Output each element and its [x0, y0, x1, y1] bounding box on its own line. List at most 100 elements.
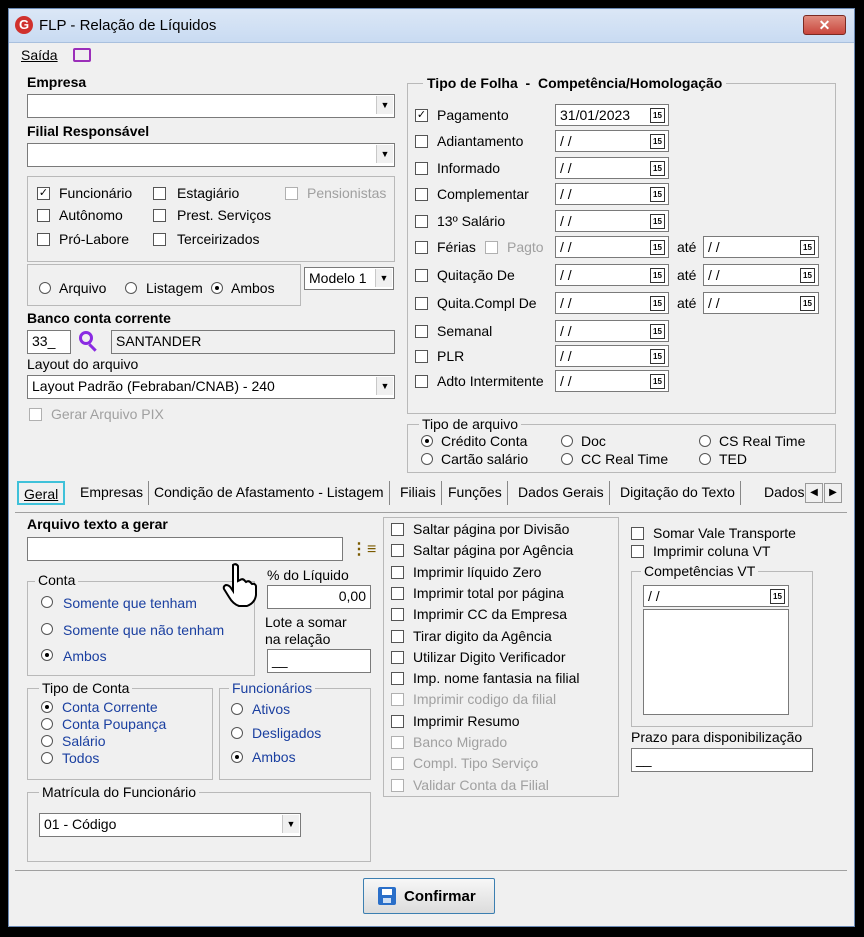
folha-checkbox[interactable]: [415, 325, 428, 338]
option-checkbox[interactable]: [391, 757, 404, 771]
folha-date-ate-input[interactable]: / /15: [703, 292, 819, 314]
conta-corrente-radio[interactable]: [41, 701, 53, 713]
conta-nao-tenham-radio[interactable]: [41, 623, 53, 635]
option-checkbox[interactable]: [391, 586, 404, 600]
ambos-radio[interactable]: [211, 282, 223, 294]
calendar-icon[interactable]: 15: [650, 134, 665, 149]
pagto-checkbox[interactable]: [485, 241, 498, 254]
tab-dados-gerais[interactable]: Dados Gerais: [513, 481, 610, 505]
option-checkbox[interactable]: [391, 565, 404, 579]
calendar-icon[interactable]: 15: [770, 589, 785, 604]
option-checkbox[interactable]: [391, 650, 404, 664]
folha-date-input[interactable]: / /15: [555, 264, 669, 286]
folha-checkbox[interactable]: [415, 297, 428, 310]
calendar-icon[interactable]: 15: [650, 240, 665, 255]
folha-date-input[interactable]: / /15: [555, 236, 669, 258]
somar-vt-checkbox[interactable]: [631, 527, 644, 540]
calendar-icon[interactable]: 15: [650, 324, 665, 339]
option-checkbox[interactable]: [391, 608, 404, 622]
layout-select[interactable]: Layout Padrão (Febraban/CNAB) - 240 ▼: [27, 375, 395, 399]
calendar-icon[interactable]: 15: [650, 374, 665, 389]
tab-filiais[interactable]: Filiais: [395, 481, 442, 505]
folha-checkbox[interactable]: ✓: [415, 109, 428, 122]
arquivo-texto-input[interactable]: [27, 537, 343, 561]
calendar-icon[interactable]: 15: [650, 161, 665, 176]
ativos-radio[interactable]: [231, 703, 243, 715]
monitor-icon[interactable]: [73, 48, 91, 62]
conta-tenham-radio[interactable]: [41, 596, 53, 608]
confirm-button[interactable]: Confirmar: [363, 878, 495, 914]
folha-date-input[interactable]: / /15: [555, 130, 669, 152]
filial-select[interactable]: ▼: [27, 143, 395, 167]
lote-input[interactable]: __: [267, 649, 371, 673]
file-tree-icon[interactable]: ⋮≡: [351, 539, 376, 558]
pensionistas-checkbox[interactable]: [285, 187, 298, 200]
option-checkbox[interactable]: [391, 544, 404, 558]
calendar-icon[interactable]: 15: [650, 349, 665, 364]
calendar-icon[interactable]: 15: [800, 240, 815, 255]
folha-date-input[interactable]: / /15: [555, 183, 669, 205]
pct-liquido-input[interactable]: 0,00: [267, 585, 371, 609]
banco-code-input[interactable]: 33_: [27, 330, 71, 354]
doc-radio[interactable]: [561, 435, 573, 447]
tab-fun-es[interactable]: Funções: [443, 481, 508, 505]
folha-checkbox[interactable]: [415, 135, 428, 148]
prazo-input[interactable]: __: [631, 748, 813, 772]
credito-conta-radio[interactable]: [421, 435, 433, 447]
calendar-icon[interactable]: 15: [800, 296, 815, 311]
imprimir-vt-checkbox[interactable]: [631, 545, 644, 558]
gerar-pix-checkbox[interactable]: [29, 408, 42, 421]
modelo-select[interactable]: Modelo 1 ▼: [304, 267, 394, 290]
option-checkbox[interactable]: [391, 523, 404, 536]
folha-date-input[interactable]: / /15: [555, 210, 669, 232]
competencias-vt-date[interactable]: / /15: [643, 585, 789, 607]
func-ambos-radio[interactable]: [231, 751, 243, 763]
option-checkbox[interactable]: [391, 778, 404, 792]
empresa-select[interactable]: ▼: [27, 94, 395, 118]
calendar-icon[interactable]: 15: [650, 214, 665, 229]
calendar-icon[interactable]: 15: [800, 268, 815, 283]
cc-real-time-radio[interactable]: [561, 453, 573, 465]
calendar-icon[interactable]: 15: [650, 296, 665, 311]
salario-radio[interactable]: [41, 735, 53, 747]
desligados-radio[interactable]: [231, 727, 243, 739]
listagem-radio[interactable]: [125, 282, 137, 294]
conta-poupanca-radio[interactable]: [41, 718, 53, 730]
folha-checkbox[interactable]: [415, 162, 428, 175]
cartao-salario-radio[interactable]: [421, 453, 433, 465]
option-checkbox[interactable]: [391, 714, 404, 728]
autonomo-checkbox[interactable]: [37, 209, 50, 222]
folha-checkbox[interactable]: [415, 375, 428, 388]
folha-date-input[interactable]: / /15: [555, 320, 669, 342]
folha-date-input[interactable]: / /15: [555, 157, 669, 179]
todos-radio[interactable]: [41, 752, 53, 764]
folha-date-ate-input[interactable]: / /15: [703, 236, 819, 258]
tab-digita-o-do-texto[interactable]: Digitação do Texto: [615, 481, 741, 505]
folha-checkbox[interactable]: [415, 269, 428, 282]
prest-servicos-checkbox[interactable]: [153, 209, 166, 222]
folha-checkbox[interactable]: [415, 188, 428, 201]
calendar-icon[interactable]: 15: [650, 108, 665, 123]
tab-scroll-left-button[interactable]: ◀: [805, 483, 823, 503]
option-checkbox[interactable]: [391, 629, 404, 643]
competencias-vt-list[interactable]: [643, 609, 789, 715]
pro-labore-checkbox[interactable]: [37, 233, 50, 246]
arquivo-radio[interactable]: [39, 282, 51, 294]
option-checkbox[interactable]: [391, 693, 404, 707]
calendar-icon[interactable]: 15: [650, 268, 665, 283]
folha-checkbox[interactable]: [415, 350, 428, 363]
folha-date-input[interactable]: / /15: [555, 292, 669, 314]
folha-date-input[interactable]: / /15: [555, 370, 669, 392]
tab-condi-o-de-afastamento-listagem[interactable]: Condição de Afastamento - Listagem: [149, 481, 390, 505]
folha-date-input[interactable]: / /15: [555, 345, 669, 367]
terceirizados-checkbox[interactable]: [153, 233, 166, 246]
funcionario-checkbox[interactable]: ✓: [37, 187, 50, 200]
option-checkbox[interactable]: [391, 736, 404, 749]
matricula-select[interactable]: 01 - Código ▼: [39, 813, 301, 837]
calendar-icon[interactable]: 15: [650, 187, 665, 202]
folha-date-input[interactable]: 31/01/2023 15: [555, 104, 669, 126]
close-button[interactable]: ✕: [803, 15, 846, 35]
conta-ambos-radio[interactable]: [41, 649, 53, 661]
folha-checkbox[interactable]: [415, 215, 428, 228]
tab-geral[interactable]: Geral: [17, 481, 66, 505]
